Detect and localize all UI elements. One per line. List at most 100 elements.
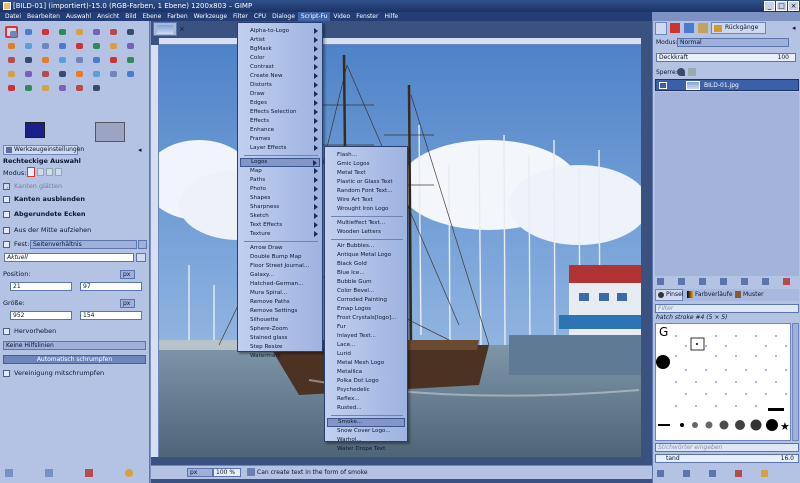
- menu-item-emap-logos[interactable]: Emap Logos: [327, 305, 405, 314]
- reset-options-icon[interactable]: [125, 469, 133, 477]
- fixed-value-toggle[interactable]: [136, 253, 146, 262]
- menu-item-alpha-to-logo[interactable]: Alpha-to-Logo: [240, 27, 320, 36]
- menu-item-blue-ice[interactable]: Blue Ice...: [327, 269, 405, 278]
- unit-dropdown[interactable]: px: [187, 468, 213, 477]
- color-picker-tool[interactable]: [5, 40, 18, 52]
- menu-item-remove-paths[interactable]: Remove Paths: [240, 298, 320, 307]
- rect-select-tool[interactable]: [5, 26, 18, 38]
- warp-tool[interactable]: [56, 82, 69, 94]
- zoom-dropdown[interactable]: 100 %: [213, 468, 241, 477]
- free-select-tool[interactable]: [39, 26, 52, 38]
- menu-bild[interactable]: Bild: [122, 12, 139, 21]
- brush-pattern-preview[interactable]: [95, 122, 125, 142]
- cage-tool[interactable]: [56, 54, 69, 66]
- menu-item-remove-settings[interactable]: Remove Settings: [240, 307, 320, 316]
- rotate-tool[interactable]: [107, 40, 120, 52]
- menu-item-wrought-iron-logo[interactable]: Wrought Iron Logo: [327, 205, 405, 214]
- menu-item-text-effects[interactable]: Text Effects: [240, 221, 320, 230]
- menu-item-multieffect-text[interactable]: Multieffect Text...: [327, 219, 405, 228]
- opacity-slider[interactable]: Deckkraft 100: [656, 53, 796, 62]
- menu-item-lurid[interactable]: Lurid: [327, 350, 405, 359]
- menu-item-color-bevel[interactable]: Color Bevel...: [327, 287, 405, 296]
- menu-item-color[interactable]: Color: [240, 54, 320, 63]
- menu-item-random-font-text[interactable]: Random Font Text...: [327, 187, 405, 196]
- tab-patterns[interactable]: Muster: [733, 289, 769, 301]
- menu-item-layer-effects[interactable]: Layer Effects: [240, 144, 320, 153]
- scale-tool[interactable]: [124, 40, 137, 52]
- menu-item-artist[interactable]: Artist: [240, 36, 320, 45]
- menu-item-water-drope-text[interactable]: Water Drope Text: [327, 445, 405, 454]
- tab-gradients[interactable]: Farbverläufe: [685, 289, 733, 301]
- guides-dropdown[interactable]: Keine Hilfslinien: [3, 341, 146, 350]
- menu-item-silhouette[interactable]: Silhouette: [240, 316, 320, 325]
- paths-tab-icon[interactable]: [684, 23, 694, 33]
- minimize-button[interactable]: _: [764, 1, 775, 11]
- layers-tab[interactable]: [655, 22, 667, 35]
- menu-auswahl[interactable]: Auswahl: [63, 12, 94, 21]
- menu-item-texture[interactable]: Texture: [240, 230, 320, 239]
- menu-farben[interactable]: Farben: [164, 12, 190, 21]
- size-height-field[interactable]: 154: [80, 311, 142, 320]
- brush-tags-input[interactable]: Stichwörter eingeben: [655, 443, 799, 452]
- menu-item-logos[interactable]: Logos: [240, 158, 320, 167]
- bucket-fill-tool[interactable]: [90, 54, 103, 66]
- menu-item-warhol[interactable]: Warhol...: [327, 436, 405, 445]
- menu-item-air-bubbles[interactable]: Air Bubbles...: [327, 242, 405, 251]
- menu-item-psychedelic[interactable]: Psychedelic: [327, 386, 405, 395]
- option-feather[interactable]: Kanten ausblenden: [3, 194, 85, 204]
- menu-ansicht[interactable]: Ansicht: [94, 12, 122, 21]
- scissors-tool[interactable]: [90, 26, 103, 38]
- visibility-eye-icon[interactable]: [659, 82, 667, 89]
- image-tab[interactable]: [153, 22, 177, 36]
- foreground-color-swatch[interactable]: [25, 122, 45, 138]
- color-select-tool[interactable]: [73, 26, 86, 38]
- menu-item-arrow-draw[interactable]: Arrow Draw: [240, 244, 320, 253]
- crop-tool[interactable]: [90, 40, 103, 52]
- panel-menu-icon[interactable]: ◂: [138, 146, 146, 154]
- duplicate-layer-icon[interactable]: [720, 278, 727, 285]
- pencil-tool[interactable]: [124, 54, 137, 66]
- position-unit[interactable]: px: [120, 270, 135, 279]
- menu-dialoge[interactable]: Dialoge: [269, 12, 298, 21]
- fixed-dropdown-arrow[interactable]: [138, 240, 147, 249]
- menu-item-sharpness[interactable]: Sharpness: [240, 203, 320, 212]
- menu-item-edges[interactable]: Edges: [240, 99, 320, 108]
- option-expand-from-center[interactable]: Aus der Mitte aufziehen: [3, 225, 91, 235]
- menu-item-metal-mesh-logo[interactable]: Metal Mesh Logo: [327, 359, 405, 368]
- delete-layer-icon[interactable]: [783, 278, 790, 285]
- menu-item-sketch[interactable]: Sketch: [240, 212, 320, 221]
- option-shrink-merged[interactable]: Vereinigung mitschrumpfen: [3, 368, 104, 378]
- zoom-tool[interactable]: [22, 40, 35, 52]
- menu-datei[interactable]: Datei: [2, 12, 24, 21]
- ink-tool[interactable]: [56, 68, 69, 80]
- paths-tool[interactable]: [124, 26, 137, 38]
- menu-item-corroded-painting[interactable]: Corroded Painting: [327, 296, 405, 305]
- mask-layer-icon[interactable]: [762, 278, 769, 285]
- eraser-tool[interactable]: [22, 68, 35, 80]
- blend-tool[interactable]: [107, 54, 120, 66]
- shear-tool[interactable]: [5, 54, 18, 66]
- clone-tool[interactable]: [73, 68, 86, 80]
- duplicate-brush-icon[interactable]: [709, 470, 716, 477]
- option-rounded-corners[interactable]: Abgerundete Ecken: [3, 209, 86, 219]
- menu-item-lace[interactable]: Lace...: [327, 341, 405, 350]
- foreground-select-tool[interactable]: [107, 26, 120, 38]
- menu-item-gmic-logos[interactable]: Gmic Logos: [327, 160, 405, 169]
- lock-pixels-icon[interactable]: [677, 68, 685, 76]
- menu-item-shapes[interactable]: Shapes: [240, 194, 320, 203]
- menu-script-fu[interactable]: Script-Fu: [297, 12, 331, 21]
- menu-item-smoke[interactable]: Smoke...: [327, 418, 405, 427]
- menu-item-metal-text[interactable]: Metal Text: [327, 169, 405, 178]
- menu-item-double-bump-map[interactable]: Double Bump Map: [240, 253, 320, 262]
- menu-item-galaxy[interactable]: Galaxy...: [240, 271, 320, 280]
- menu-item-reflex[interactable]: Reflex...: [327, 395, 405, 404]
- dodge-burn-tool[interactable]: [22, 82, 35, 94]
- menu-item-rusted[interactable]: Rusted...: [327, 404, 405, 413]
- anchor-layer-icon[interactable]: [741, 278, 748, 285]
- menu-item-black-gold[interactable]: Black Gold: [327, 260, 405, 269]
- flip-tool[interactable]: [39, 54, 52, 66]
- tab-brushes[interactable]: Pinsel: [655, 289, 683, 301]
- perspective-tool[interactable]: [22, 54, 35, 66]
- menu-item-enhance[interactable]: Enhance: [240, 126, 320, 135]
- heal-tool[interactable]: [90, 68, 103, 80]
